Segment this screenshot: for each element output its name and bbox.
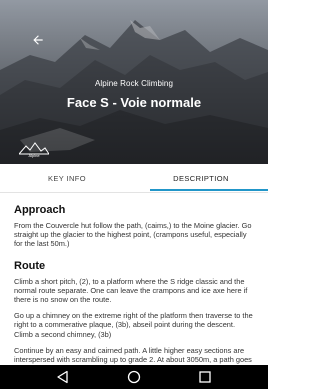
section-heading-approach: Approach xyxy=(14,204,66,216)
nav-home-button[interactable] xyxy=(119,365,149,389)
nav-back-icon xyxy=(57,370,68,384)
logo-text: Alpine xyxy=(28,153,40,158)
route-title: Face S - Voie normale xyxy=(66,95,202,110)
route-category: Alpine Rock Climbing xyxy=(94,79,174,88)
tab-bar: KEY INFO DESCRIPTION xyxy=(0,164,268,193)
app-logo: Alpine xyxy=(19,142,49,158)
tab-indicator xyxy=(150,189,268,191)
hero-header: Alpine Rock Climbing Face S - Voie norma… xyxy=(0,0,268,164)
tab-key-info[interactable]: KEY INFO xyxy=(0,164,134,192)
back-button[interactable] xyxy=(24,26,52,54)
arrow-back-icon xyxy=(33,35,43,45)
nav-recents-button[interactable] xyxy=(190,365,220,389)
system-nav-bar xyxy=(0,365,268,389)
description-content[interactable]: Approach From the Couvercle hut follow t… xyxy=(0,193,268,365)
route-paragraph-1: Climb a short pitch, (2), to a platform … xyxy=(14,276,248,305)
nav-home-icon xyxy=(127,370,141,384)
approach-paragraph: From the Couvercle hut follow the path, … xyxy=(14,221,252,249)
route-paragraph-2: Go up a chimney on the extreme right of … xyxy=(14,311,253,339)
nav-recents-icon xyxy=(199,371,211,383)
route-paragraph-3: Continue by an easy and cairned path. A … xyxy=(14,345,252,365)
tab-description[interactable]: DESCRIPTION xyxy=(134,164,268,192)
nav-back-button[interactable] xyxy=(48,365,78,389)
section-heading-route: Route xyxy=(14,259,46,272)
